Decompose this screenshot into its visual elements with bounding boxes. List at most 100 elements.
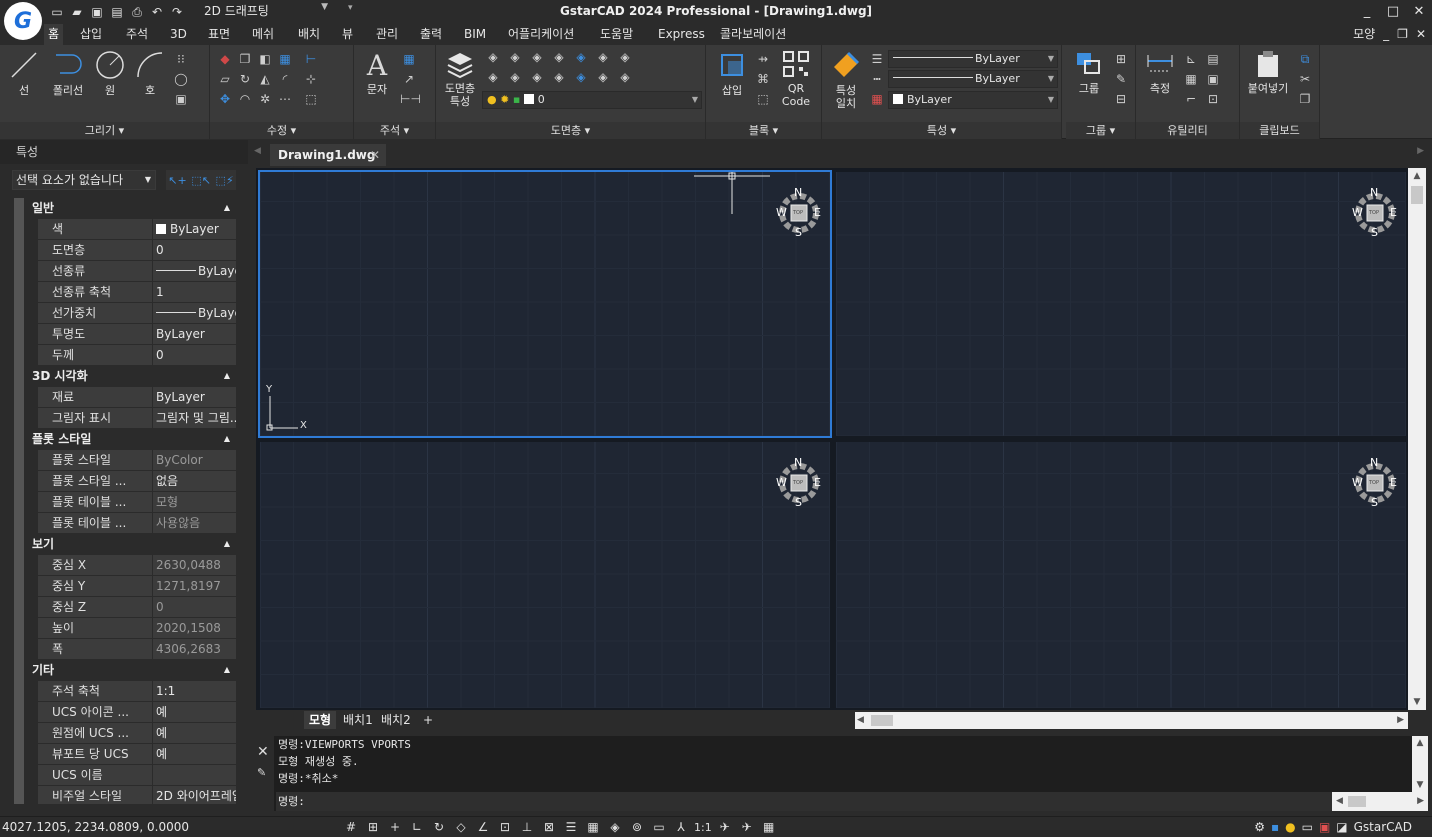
property-value[interactable]: 없음 <box>153 471 236 491</box>
linetype-dropdown[interactable]: ByLayer ▼ <box>888 70 1058 88</box>
property-row[interactable]: 선종류 축척 1 <box>38 282 236 303</box>
property-group-header[interactable]: 보기 ▲ <box>24 534 236 554</box>
property-row[interactable]: 주석 축척 1:1 <box>38 681 236 702</box>
property-value[interactable]: 2630,0488 <box>153 555 236 575</box>
coordinate-readout[interactable]: 4027.1205, 2234.0809, 0.0000 <box>2 817 189 837</box>
match-properties-tool[interactable]: 특성 일치 <box>828 49 864 110</box>
property-row[interactable]: 뷰포트 당 UCS 예 <box>38 744 236 765</box>
layer-tool-11-icon[interactable]: ◈ <box>550 69 568 85</box>
viewport[interactable]: N S W E TOP Y X <box>258 170 832 438</box>
property-value[interactable]: 1:1 <box>153 681 236 701</box>
panel-annotation-title[interactable]: 주석 ▾ <box>354 122 435 139</box>
osnap-icon[interactable]: ⊡ <box>496 819 514 835</box>
tab-collaboration[interactable]: 콜라보레이션 <box>716 24 790 45</box>
scroll-down-icon[interactable]: ▼ <box>1408 694 1426 710</box>
dimension-icon[interactable]: ⊢⊣ <box>400 91 421 107</box>
panel-groups-title[interactable]: 그룹 ▾ <box>1066 122 1135 139</box>
property-value[interactable] <box>153 765 236 785</box>
compass-west[interactable]: W <box>1352 206 1363 219</box>
tab-scroll-right-icon[interactable]: ▶ <box>1417 146 1424 156</box>
tab-surface[interactable]: 표면 <box>204 24 234 45</box>
collapse-icon[interactable]: ▲ <box>224 429 230 449</box>
horizontal-scrollbar[interactable]: ◀ ▶ <box>855 712 1408 729</box>
property-value[interactable]: 사용않음 <box>153 513 236 533</box>
doc-close-button[interactable]: ✕ <box>1416 24 1426 45</box>
layer-tool-9-icon[interactable]: ◈ <box>506 69 524 85</box>
panel-draw-title[interactable]: 그리기 ▾ <box>0 122 209 139</box>
calculator-icon[interactable]: ▦ <box>1182 71 1200 87</box>
redo-icon[interactable]: ↷ <box>170 5 184 19</box>
property-row[interactable]: 재료 ByLayer <box>38 387 236 408</box>
polyline-tool[interactable]: 폴리선 <box>46 49 90 97</box>
leader-icon[interactable]: ↗ <box>400 71 418 87</box>
qr-code-tool[interactable]: QR Code <box>776 49 816 108</box>
point-icon[interactable]: ⁝⁝ <box>172 51 190 67</box>
collapse-icon[interactable]: ▲ <box>224 534 230 554</box>
compass-west[interactable]: W <box>776 476 787 489</box>
property-row[interactable]: UCS 이름 <box>38 765 236 786</box>
group-select-icon[interactable]: ⊟ <box>1112 91 1130 107</box>
property-value[interactable]: ByLayer <box>153 219 236 239</box>
property-value[interactable]: 2D 와이어프레임 <box>153 786 236 804</box>
pencil-icon[interactable]: ✎ <box>257 766 266 779</box>
ortho-icon[interactable]: ∟ <box>408 819 426 835</box>
command-h-scrollbar[interactable]: ◀ ▶ <box>1332 792 1428 811</box>
workspace-selector[interactable]: 2D 드래프팅 ▼ <box>204 2 328 20</box>
lock-ui-icon[interactable]: ▪ <box>1271 817 1279 837</box>
panel-properties-title[interactable]: 특성 ▾ <box>822 122 1061 139</box>
layer-tool-3-icon[interactable]: ◈ <box>528 49 546 65</box>
quick-select-icon[interactable]: ⬚⚡ <box>216 174 234 187</box>
rotate-icon[interactable]: ↻ <box>236 71 254 87</box>
layer-tool-14-icon[interactable]: ◈ <box>616 69 634 85</box>
tab-add-layout[interactable]: + <box>418 711 438 729</box>
trim-icon[interactable]: ⊹ <box>302 71 320 87</box>
layer-dropdown[interactable]: ● ✹ ▪ 0 ▼ <box>482 91 702 109</box>
compass-north[interactable]: N <box>1370 186 1378 199</box>
group-edit-icon[interactable]: ✎ <box>1112 71 1130 87</box>
property-group-header[interactable]: 3D 시각화 ▲ <box>24 366 236 386</box>
property-row[interactable]: 비주얼 스타일 2D 와이어프레임 <box>38 786 236 804</box>
property-row[interactable]: 그림자 표시 그림자 및 그림... <box>38 408 236 429</box>
property-value[interactable]: 4306,2683 <box>153 639 236 659</box>
layer-tool-13-icon[interactable]: ◈ <box>594 69 612 85</box>
id-point-icon[interactable]: ⊾ <box>1182 51 1200 67</box>
grid-snap-icon[interactable]: # <box>342 819 360 835</box>
text-tool[interactable]: A 문자 <box>360 49 394 96</box>
tab-output[interactable]: 출력 <box>416 24 446 45</box>
color-dropdown[interactable]: ByLayer ▼ <box>888 91 1058 109</box>
tab-manage[interactable]: 관리 <box>372 24 402 45</box>
property-row[interactable]: 선가중치 ByLayer <box>38 303 236 324</box>
offset-icon[interactable]: ▱ <box>216 71 234 87</box>
tab-view[interactable]: 뷰 <box>338 24 357 45</box>
viewport[interactable]: N S W E TOP <box>260 442 830 708</box>
vertical-scrollbar[interactable]: ▲ ▼ <box>1408 168 1426 710</box>
tab-home[interactable]: 홈 <box>44 24 64 45</box>
tab-insert[interactable]: 삽입 <box>76 24 106 45</box>
property-value[interactable]: 예 <box>153 744 236 764</box>
collapse-icon[interactable]: ▲ <box>224 198 230 218</box>
app-logo[interactable]: G <box>4 2 42 40</box>
tab-annotate[interactable]: 주석 <box>122 24 152 45</box>
save-as-icon[interactable]: ▤ <box>110 5 124 19</box>
property-value[interactable]: ByLayer <box>153 261 236 281</box>
tab-mesh[interactable]: 메쉬 <box>248 24 278 45</box>
property-row[interactable]: 폭 4306,2683 <box>38 639 236 660</box>
polar-icon[interactable]: ↻ <box>430 819 448 835</box>
annotation-scale-icon[interactable]: ⅄ <box>672 819 690 835</box>
scroll-down-icon[interactable]: ▼ <box>1412 780 1428 790</box>
rectangle-icon[interactable]: ▣ <box>172 91 190 107</box>
scroll-thumb[interactable] <box>871 715 893 726</box>
quick-select-icon[interactable]: ▤ <box>1204 51 1222 67</box>
open-folder-icon[interactable]: ▰ <box>70 5 84 19</box>
explode-icon[interactable]: ✲ <box>256 91 274 107</box>
layer-tool-1-icon[interactable]: ◈ <box>484 49 502 65</box>
layer-tool-12-icon[interactable]: ◈ <box>572 69 590 85</box>
print-icon[interactable]: ⎙ <box>130 5 144 19</box>
compass-east[interactable]: E <box>1390 206 1397 219</box>
command-input[interactable]: 명령: <box>276 792 1412 811</box>
doc-minimize-button[interactable]: _ <box>1383 24 1389 45</box>
scroll-right-icon[interactable]: ▶ <box>1397 712 1404 729</box>
copy-icon[interactable]: ❐ <box>236 51 254 67</box>
point-style-icon[interactable]: ⌐ <box>1182 91 1200 107</box>
property-group-header[interactable]: 플롯 스타일 ▲ <box>24 429 236 449</box>
